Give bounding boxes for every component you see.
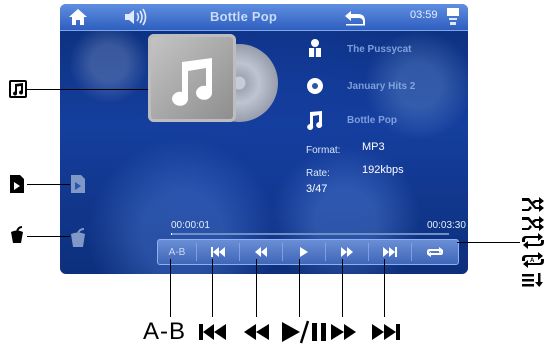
- status-bar: Bottle Pop 03:59: [60, 4, 468, 31]
- volume-icon[interactable]: [123, 8, 149, 26]
- repeat-all-icon: A: [522, 252, 544, 268]
- rate-label: Rate:: [306, 168, 330, 179]
- back-icon[interactable]: [343, 8, 367, 26]
- callout-line: [299, 259, 300, 317]
- track-counter: 3/47: [306, 183, 328, 195]
- forward-callout-icon: [331, 324, 356, 340]
- callout-line: [384, 259, 385, 317]
- format-value: MP3: [362, 141, 385, 153]
- play-pause-callout-icon: [282, 320, 326, 344]
- playlist-order-icon: [522, 273, 543, 287]
- video-callout-icon: [10, 175, 24, 193]
- song-title-icon: [307, 111, 323, 130]
- skip-previous-icon: [211, 247, 225, 257]
- callout-line: [457, 242, 520, 243]
- playback-control-bar: A-B: [157, 239, 459, 265]
- callout-line: [212, 259, 213, 317]
- repeat-one-icon: [522, 233, 544, 249]
- status-time: 03:59: [410, 9, 438, 21]
- play-pause-button[interactable]: [283, 240, 325, 264]
- rate-value: 192kbps: [362, 164, 404, 176]
- audio-callout-icon: [11, 226, 23, 243]
- video-file-icon[interactable]: [70, 174, 86, 194]
- status-title: Bottle Pop: [210, 9, 277, 24]
- prev-callout-icon: [199, 324, 226, 340]
- song-title: Bottle Pop: [347, 115, 397, 126]
- play-icon: [300, 247, 308, 257]
- fast-forward-icon: [341, 247, 353, 257]
- total-time: 00:03:30: [427, 220, 466, 231]
- callout-line: [27, 236, 70, 237]
- callout-line: [27, 184, 70, 185]
- callout-line: [342, 259, 343, 317]
- usb-icon: [447, 8, 459, 25]
- album-disc-icon: [307, 78, 323, 94]
- previous-button[interactable]: [197, 240, 239, 264]
- shuffle-icon: [522, 197, 544, 212]
- ab-repeat-button[interactable]: A-B: [158, 240, 196, 264]
- progress-fill: [171, 233, 173, 235]
- album-name: January Hits 2: [347, 81, 416, 92]
- svg-text:A: A: [530, 258, 535, 264]
- rewind-icon: [255, 247, 267, 257]
- music-file-icon[interactable]: [68, 228, 88, 248]
- home-icon[interactable]: [68, 8, 88, 26]
- next-callout-icon: [372, 324, 400, 340]
- elapsed-time: 00:00:01: [171, 220, 210, 231]
- fast-forward-button[interactable]: [326, 240, 368, 264]
- callout-line: [170, 259, 171, 317]
- music-note-icon: [172, 58, 213, 106]
- rewind-callout-icon: [244, 324, 269, 340]
- repeat-mode-button[interactable]: [412, 240, 458, 264]
- rewind-button[interactable]: [240, 240, 282, 264]
- progress-bar[interactable]: [171, 233, 449, 235]
- callout-line: [27, 89, 148, 90]
- callout-line: [256, 259, 257, 317]
- next-button[interactable]: [369, 240, 411, 264]
- shuffle-repeat-icon: [522, 216, 544, 231]
- music-callout-icon: [9, 80, 27, 98]
- artist-icon: [309, 39, 321, 57]
- skip-next-icon: [383, 247, 397, 257]
- player-screen: Bottle Pop 03:59 The Pussycat January Hi…: [60, 4, 468, 274]
- repeat-icon: [427, 247, 443, 257]
- ab-callout-label: A-B: [143, 318, 187, 345]
- artist-name: The Pussycat: [347, 44, 412, 55]
- format-label: Format:: [306, 145, 341, 156]
